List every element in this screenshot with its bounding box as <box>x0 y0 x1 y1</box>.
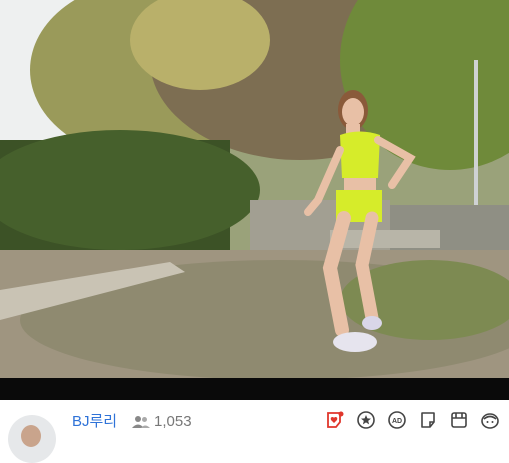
ad-icon[interactable]: AD <box>386 409 408 431</box>
share-icon[interactable] <box>417 409 439 431</box>
bookmark-heart-icon[interactable] <box>324 409 346 431</box>
video-frame <box>0 0 509 378</box>
viewer-count-value: 1,053 <box>154 413 192 430</box>
viewer-count: 1,053 <box>132 413 192 431</box>
video-player[interactable] <box>0 0 509 378</box>
action-toolbar: AD <box>324 409 509 431</box>
avatar[interactable] <box>8 415 56 463</box>
star-icon[interactable] <box>355 409 377 431</box>
video-letterbox <box>0 378 509 400</box>
stream-info-bar: BJ루리 1,053 AD <box>0 400 509 463</box>
sticker-icon[interactable] <box>479 409 501 431</box>
gift-box-icon[interactable] <box>448 409 470 431</box>
streamer-name[interactable]: BJ루리 <box>72 413 117 431</box>
svg-text:AD: AD <box>392 418 402 425</box>
viewers-icon <box>132 416 150 428</box>
